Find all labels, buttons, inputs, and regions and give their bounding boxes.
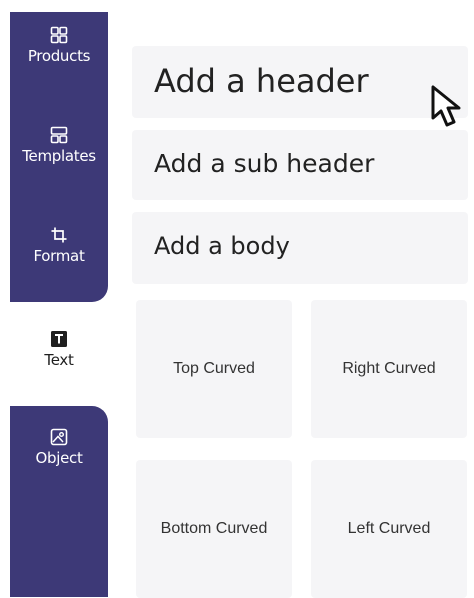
left-curved-label: Left Curved (347, 520, 431, 537)
bottom-curved-tile[interactable]: Bottom Curved (136, 460, 292, 598)
products-grid-icon (50, 26, 68, 44)
sidebar-item-label: Object (35, 449, 83, 467)
text-icon (51, 331, 67, 347)
mouse-pointer-icon (431, 85, 461, 127)
top-curved-label: Top Curved (173, 360, 255, 377)
sidebar-item-label: Format (33, 247, 85, 265)
right-curved-tile[interactable]: Right Curved (311, 300, 467, 438)
add-subheader-button[interactable]: Add a sub header (132, 130, 468, 200)
add-body-button[interactable]: Add a body (132, 212, 468, 284)
add-header-label: Add a header (154, 62, 369, 100)
add-header-button[interactable]: Add a header (132, 46, 468, 118)
sidebar-item-text[interactable]: Text (10, 330, 108, 422)
add-subheader-label: Add a sub header (154, 149, 375, 178)
left-curved-tile[interactable]: Left Curved (311, 460, 467, 598)
sidebar-item-label: Templates (22, 147, 96, 165)
sidebar-item-label: Products (27, 47, 91, 65)
crop-icon (51, 227, 67, 243)
sidebar-item-label: Text (44, 351, 74, 369)
top-curved-tile[interactable]: Top Curved (136, 300, 292, 438)
right-curved-label: Right Curved (342, 360, 436, 377)
templates-layout-icon (50, 126, 68, 144)
image-icon (50, 428, 68, 446)
sidebar-item-templates[interactable]: Templates (10, 126, 108, 218)
sidebar-item-products[interactable]: Products (10, 26, 108, 118)
bottom-curved-label: Bottom Curved (160, 520, 268, 537)
sidebar-item-format[interactable]: Format (10, 226, 108, 318)
add-body-label: Add a body (154, 232, 290, 260)
sidebar-item-object[interactable]: Object (10, 428, 108, 520)
sidebar-nav: Products Templates Format Text Object (10, 12, 108, 597)
